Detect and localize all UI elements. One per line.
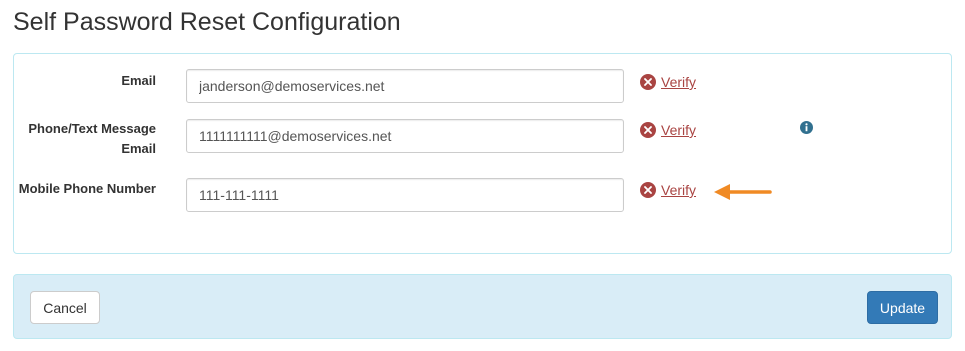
form-panel: Email Verify Phone/Text Message Email Ve… [13, 53, 952, 254]
arrow-left-icon [714, 184, 772, 200]
x-circle-icon [640, 74, 656, 90]
x-circle-icon [640, 122, 656, 138]
phone-text-email-field[interactable] [186, 119, 624, 153]
x-circle-icon [640, 182, 656, 198]
footer-panel: Cancel Update [13, 274, 952, 339]
verify-email-link[interactable]: Verify [661, 74, 696, 90]
email-label: Email [121, 73, 156, 88]
email-field[interactable] [186, 69, 624, 103]
page-title: Self Password Reset Configuration [13, 8, 401, 36]
verify-mobile-phone-link[interactable]: Verify [661, 182, 696, 198]
phone-text-email-label: Phone/Text Message Email [28, 121, 156, 156]
phone-text-email-verify: Verify [640, 120, 696, 140]
mobile-phone-verify: Verify [640, 180, 696, 200]
info-circle-icon[interactable] [800, 121, 813, 134]
update-button[interactable]: Update [867, 291, 938, 324]
cancel-button[interactable]: Cancel [30, 291, 100, 324]
email-verify: Verify [640, 72, 696, 92]
verify-phone-text-email-link[interactable]: Verify [661, 122, 696, 138]
mobile-phone-field[interactable] [186, 178, 624, 212]
mobile-phone-label: Mobile Phone Number [18, 181, 156, 196]
